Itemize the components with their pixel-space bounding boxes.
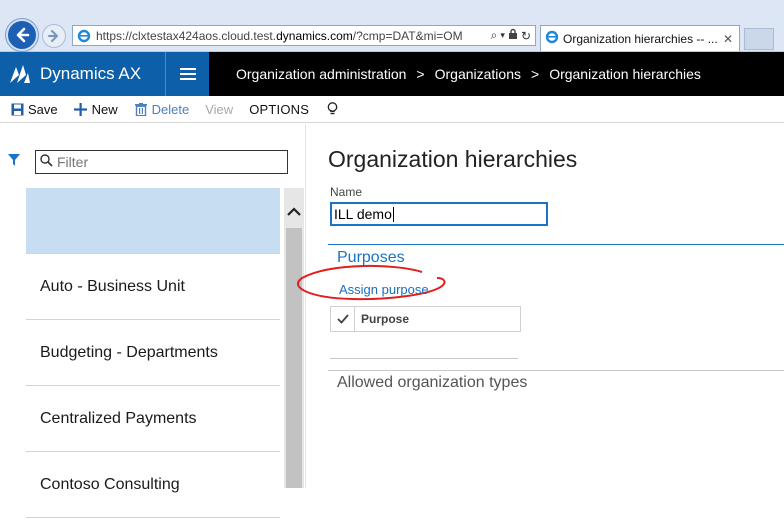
refresh-icon[interactable]: ↻ [521,29,531,43]
lightbulb-button[interactable] [325,102,339,116]
list-item[interactable] [26,188,280,254]
hierarchy-list: Auto - Business Unit Budgeting - Departm… [26,188,280,518]
hamburger-menu-button[interactable] [165,52,209,96]
browser-toolbar: https://clxtestax424aos.cloud.test.dynam… [0,0,784,52]
dynamics-logo-icon [10,65,30,83]
menu-line [179,78,196,80]
list-item[interactable]: Auto - Business Unit [26,254,280,320]
address-bar[interactable]: https://clxtestax424aos.cloud.test.dynam… [72,25,536,46]
view-button[interactable]: View [205,102,233,117]
purpose-column-header[interactable]: Purpose [355,312,409,326]
breadcrumb-item[interactable]: Organization administration [236,66,406,82]
page-title: Organization hierarchies [328,146,578,172]
lightbulb-icon [325,102,339,116]
select-all-checkbox[interactable] [331,307,355,331]
funnel-icon[interactable] [8,154,20,166]
search-icon[interactable]: ⌕ [491,28,498,43]
list-item[interactable]: Centralized Payments [26,386,280,452]
delete-label: Delete [151,101,190,117]
filter-input[interactable] [57,154,277,170]
checkmark-icon [336,314,349,324]
tab-title: Organization hierarchies -- ... [563,31,718,46]
breadcrumb-separator: > [531,66,540,82]
trash-icon [134,102,148,116]
breadcrumb-item[interactable]: Organization hierarchies [549,66,701,82]
forward-button[interactable] [42,24,66,48]
name-field[interactable]: ILL demo [330,202,548,226]
purpose-grid-header: Purpose [330,306,521,332]
arrow-left-icon [16,27,30,43]
filter-field[interactable] [35,150,288,174]
name-value: ILL demo [334,206,392,222]
product-logo[interactable]: Dynamics AX [0,52,165,96]
menu-line [179,73,196,75]
save-button[interactable]: Save [10,102,58,117]
back-button[interactable] [6,19,38,51]
purposes-tab-divider [328,244,784,245]
list-pane: Auto - Business Unit Budgeting - Departm… [0,124,306,518]
lock-icon[interactable] [508,28,518,43]
options-button[interactable]: OPTIONS [249,102,309,117]
detail-pane: Organization hierarchies Name ILL demo P… [296,124,784,488]
menu-line [179,68,196,70]
url-text: https://clxtestax424aos.cloud.test.dynam… [96,28,463,43]
close-icon[interactable]: ✕ [721,32,735,46]
plus-icon [74,102,88,116]
search-icon [40,154,53,170]
chevron-up-icon[interactable] [284,202,304,222]
save-icon [10,102,24,116]
breadcrumb: Organization administration > Organizati… [236,52,701,96]
list-item[interactable]: Budgeting - Departments [26,320,280,386]
new-label: New [91,101,118,117]
options-label: OPTIONS [249,101,310,117]
new-tab-button[interactable] [744,28,774,50]
ie-logo-icon [545,30,559,47]
new-button[interactable]: New [74,102,118,117]
delete-button[interactable]: Delete [134,101,190,117]
assign-purpose-link[interactable]: Assign purpose [339,282,429,297]
breadcrumb-item[interactable]: Organizations [435,66,521,82]
ie-logo-icon [76,28,92,44]
breadcrumb-separator: > [416,66,425,82]
allowed-types-tab-header[interactable]: Allowed organization types [337,374,527,392]
save-label: Save [28,101,58,117]
list-scrollbar[interactable] [284,188,304,488]
app-header: Dynamics AX Organization administration … [0,52,784,96]
allowed-types-tab-divider [328,370,784,371]
grid-bottom-border [330,358,518,359]
arrow-right-icon [48,30,58,42]
action-pane: Save New Delete View OPTIONS [0,96,784,123]
text-caret [392,206,394,222]
tab-organization-hierarchies[interactable]: Organization hierarchies -- ... ✕ [540,25,740,51]
name-label: Name [330,185,363,199]
list-item[interactable]: Contoso Consulting [26,452,280,518]
view-label: View [205,101,234,117]
dropdown-icon[interactable]: ▾ [500,30,505,41]
product-name: Dynamics AX [40,64,142,83]
